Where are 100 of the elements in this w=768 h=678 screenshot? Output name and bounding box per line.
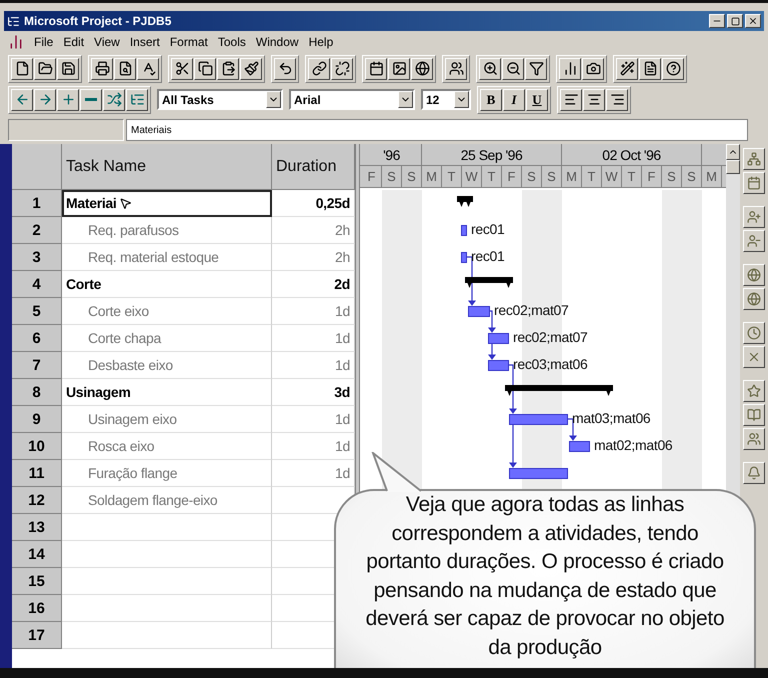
dependency-arrow: [488, 310, 496, 333]
unlink-icon: [334, 61, 350, 76]
toolbar-button[interactable]: [743, 148, 765, 170]
row-header[interactable]: 10: [12, 433, 62, 460]
toolbar-button[interactable]: [743, 380, 765, 402]
summary-bar[interactable]: [505, 385, 613, 396]
entry-field[interactable]: Materiais: [126, 119, 748, 141]
toolbar-button[interactable]: [743, 230, 765, 252]
toolbar-button[interactable]: [114, 58, 136, 80]
toolbar-button[interactable]: [80, 88, 102, 110]
toolbar-button[interactable]: [743, 206, 765, 228]
bar-label: rec02;mat07: [513, 329, 588, 345]
toolbar-button[interactable]: [582, 58, 604, 80]
close-button[interactable]: [745, 14, 761, 28]
row-header[interactable]: 16: [12, 595, 62, 622]
toolbar-button[interactable]: [411, 58, 433, 80]
toolbar-button[interactable]: [308, 58, 330, 80]
row-header[interactable]: 8: [12, 379, 62, 406]
row-header[interactable]: 17: [12, 622, 62, 649]
dependency-arrow: [509, 424, 517, 468]
italic-button[interactable]: I: [503, 88, 525, 110]
summary-bar[interactable]: [465, 277, 513, 288]
toolbar-button[interactable]: [502, 58, 524, 80]
bar-label: rec01: [471, 248, 505, 264]
row-header[interactable]: 12: [12, 487, 62, 514]
summary-bar[interactable]: [457, 196, 473, 207]
minimize-button[interactable]: [709, 14, 725, 28]
toolbar-button[interactable]: [240, 58, 262, 80]
column-header[interactable]: Duration: [272, 144, 355, 190]
toolbar-button[interactable]: [743, 404, 765, 426]
row-header[interactable]: 2: [12, 217, 62, 244]
underline-button[interactable]: U: [526, 88, 548, 110]
indent-icon: [38, 92, 52, 107]
font-dropdown[interactable]: Arial: [289, 89, 415, 110]
toolbar-button[interactable]: [91, 58, 113, 80]
toolbar-button[interactable]: [559, 58, 581, 80]
toolbar-button[interactable]: [743, 428, 765, 450]
toolbar-button[interactable]: [34, 58, 56, 80]
menu-item[interactable]: View: [94, 35, 120, 49]
toolbar-button[interactable]: [743, 462, 765, 484]
row-header[interactable]: 5: [12, 298, 62, 325]
toolbar-button[interactable]: [525, 58, 547, 80]
toolbar-button[interactable]: [616, 58, 638, 80]
row-header[interactable]: 3: [12, 244, 62, 271]
toolbar-button[interactable]: [743, 322, 765, 344]
toolbar-button[interactable]: [388, 58, 410, 80]
menu-item[interactable]: Format: [170, 35, 208, 49]
menu-item[interactable]: Tools: [218, 35, 246, 49]
toolbar-button[interactable]: [743, 288, 765, 310]
toolbar-button[interactable]: [606, 88, 628, 110]
row-header[interactable]: 15: [12, 568, 62, 595]
toolbar-button[interactable]: [171, 58, 193, 80]
dependency-arrow: [488, 343, 496, 360]
toolbar-button[interactable]: [11, 58, 33, 80]
menu-item[interactable]: File: [34, 35, 54, 49]
toolbar-button[interactable]: [365, 58, 387, 80]
calendar-icon: [368, 61, 384, 76]
cursor-icon: [118, 196, 132, 210]
toolbar-button[interactable]: [217, 58, 239, 80]
scroll-up-button[interactable]: [726, 144, 740, 160]
toolbar-button[interactable]: [126, 88, 148, 110]
toolbar-button[interactable]: [743, 264, 765, 286]
toolbar-button[interactable]: [34, 88, 56, 110]
toolbar-button[interactable]: [662, 58, 684, 80]
toolbar-button[interactable]: [479, 58, 501, 80]
toolbar-button[interactable]: [639, 58, 661, 80]
toolbar-button[interactable]: [103, 88, 125, 110]
column-header[interactable]: Task Name: [62, 144, 272, 190]
new-file-icon: [14, 61, 30, 76]
bold-button[interactable]: B: [480, 88, 502, 110]
toolbar-button[interactable]: [137, 58, 159, 80]
toolbar-button[interactable]: [560, 88, 582, 110]
scroll-thumb[interactable]: [726, 160, 740, 174]
undo-icon: [278, 61, 292, 76]
row-header[interactable]: 13: [12, 514, 62, 541]
menu-item[interactable]: Edit: [63, 35, 84, 49]
row-header[interactable]: 6: [12, 325, 62, 352]
row-header[interactable]: 4: [12, 271, 62, 298]
toolbar-button[interactable]: [194, 58, 216, 80]
toolbar-button[interactable]: [11, 88, 33, 110]
toolbar-button[interactable]: [331, 58, 353, 80]
toolbar-button[interactable]: [743, 172, 765, 194]
toolbar-button[interactable]: [57, 88, 79, 110]
toolbar-button[interactable]: [57, 58, 79, 80]
font-size-dropdown[interactable]: 12: [421, 89, 471, 110]
filter-dropdown[interactable]: All Tasks: [157, 89, 283, 110]
toolbar-button[interactable]: [743, 346, 765, 368]
menu-item[interactable]: Help: [308, 35, 334, 49]
row-header[interactable]: 1: [12, 190, 62, 217]
row-header[interactable]: 9: [12, 406, 62, 433]
menu-item[interactable]: Insert: [130, 35, 160, 49]
maximize-button[interactable]: [727, 14, 743, 28]
table-cell: Corte chapa: [62, 325, 272, 352]
row-header[interactable]: 7: [12, 352, 62, 379]
row-header[interactable]: 14: [12, 541, 62, 568]
toolbar-button[interactable]: [583, 88, 605, 110]
clock-icon: [747, 326, 761, 340]
menu-item[interactable]: Window: [256, 35, 299, 49]
row-header[interactable]: 11: [12, 460, 62, 487]
day-label: S: [522, 166, 542, 187]
